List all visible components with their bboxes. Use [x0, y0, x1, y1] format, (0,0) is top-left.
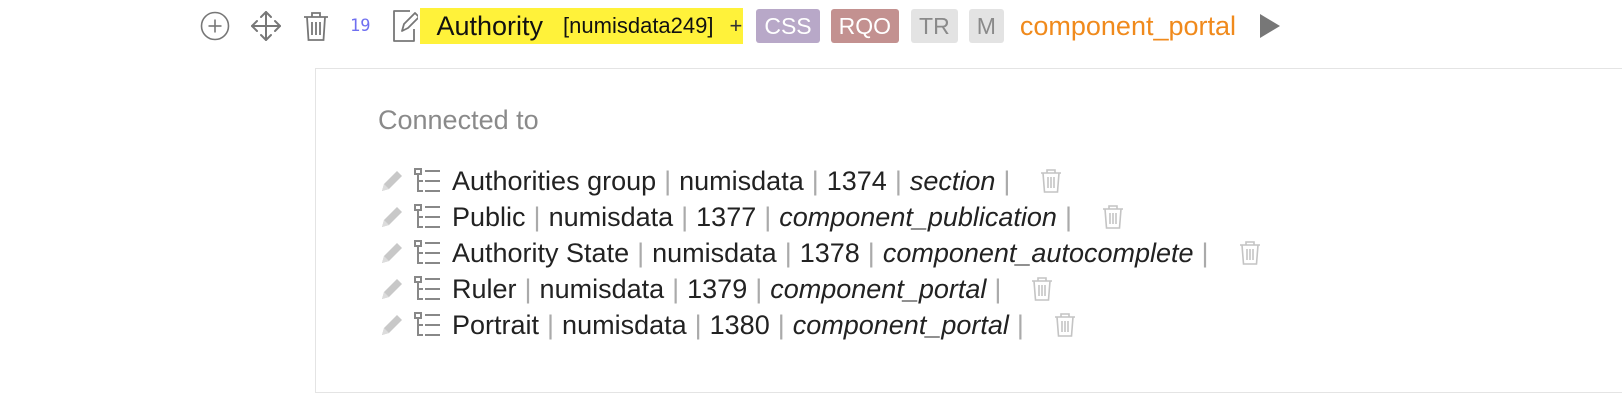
separator: | [755, 273, 763, 304]
element-toolbar: 19 Authority [numisdata249] + CSS RQO TR… [200, 6, 1282, 46]
move-arrows-icon[interactable] [249, 9, 283, 43]
separator: | [764, 201, 772, 232]
row-id: 1377 [696, 201, 757, 232]
delete-icon[interactable] [1102, 204, 1124, 230]
row-name: Ruler [452, 273, 517, 304]
separator: | [694, 309, 702, 340]
add-child-button[interactable]: + [727, 8, 744, 44]
delete-icon[interactable] [1031, 276, 1053, 302]
connected-row: Portrait | numisdata | 1380 | component_portal… [378, 307, 1261, 343]
row-model: component_portal [792, 309, 1009, 340]
separator: | [1201, 237, 1209, 268]
separator: | [524, 273, 532, 304]
tree-icon[interactable] [412, 274, 452, 304]
panel-label: Connected to [378, 105, 539, 135]
separator: | [1064, 201, 1072, 232]
delete-icon[interactable] [1239, 240, 1261, 266]
element-tipo: [numisdata249] [559, 8, 728, 44]
row-id: 1374 [826, 165, 887, 196]
connected-row: Authorities group | numisdata | 1374 | section… [378, 163, 1261, 199]
element-title-text: Authority [436, 10, 544, 41]
separator: | [637, 237, 645, 268]
tree-icon[interactable] [412, 202, 452, 232]
separator: | [894, 165, 902, 196]
separator: | [547, 309, 555, 340]
pencil-icon[interactable] [378, 275, 412, 303]
add-circle-icon[interactable] [200, 11, 230, 41]
separator: | [1016, 309, 1024, 340]
m-button[interactable]: M [968, 9, 1004, 43]
separator: | [533, 201, 541, 232]
pencil-icon[interactable] [378, 239, 412, 267]
row-model: component_publication [779, 201, 1057, 232]
row-tld: numisdata [539, 273, 665, 304]
element-model: component_portal [1019, 10, 1237, 41]
separator: | [867, 237, 875, 268]
tree-icon[interactable] [412, 310, 452, 340]
connected-row: Authority State | numisdata | 1378 | component… [378, 235, 1261, 271]
pencil-icon[interactable] [378, 167, 412, 195]
row-name: Portrait [452, 309, 540, 340]
row-id: 1380 [709, 309, 770, 340]
pencil-icon[interactable] [378, 203, 412, 231]
connected-list: Authorities group | numisdata | 1374 | section… [378, 163, 1261, 343]
row-model: component_portal [770, 273, 987, 304]
separator: | [681, 201, 689, 232]
separator: | [664, 165, 672, 196]
rqo-button[interactable]: RQO [830, 9, 900, 43]
separator: | [672, 273, 680, 304]
row-tld: numisdata [652, 237, 777, 268]
separator: | [777, 309, 785, 340]
play-icon[interactable] [1258, 12, 1282, 40]
connected-row: Public | numisdata | 1377 | component_publicat… [378, 199, 1261, 235]
row-name: Authorities group [452, 165, 657, 196]
element-count: 19 [350, 16, 371, 36]
row-tld: numisdata [548, 201, 674, 232]
element-title[interactable]: Authority [420, 8, 560, 44]
row-name: Public [452, 201, 526, 232]
connected-row: Ruler | numisdata | 1379 | component_portal | [378, 271, 1261, 307]
connected-panel: Connected to Authorities group | numisdata… [315, 68, 1622, 393]
separator: | [784, 237, 792, 268]
row-model: component_autocomplete [882, 237, 1194, 268]
row-name: Authority State [452, 237, 630, 268]
delete-icon[interactable] [1040, 168, 1062, 194]
row-id: 1378 [799, 237, 860, 268]
tree-icon[interactable] [412, 238, 452, 268]
trash-icon[interactable] [302, 10, 330, 42]
edit-document-icon[interactable] [390, 9, 419, 43]
separator: | [1003, 165, 1011, 196]
tr-button[interactable]: TR [911, 9, 958, 43]
separator: | [811, 165, 819, 196]
row-tld: numisdata [679, 165, 804, 196]
separator: | [994, 273, 1002, 304]
row-model: section [909, 165, 996, 196]
tree-icon[interactable] [412, 166, 452, 196]
row-tld: numisdata [562, 309, 687, 340]
css-button[interactable]: CSS [756, 9, 820, 43]
delete-icon[interactable] [1054, 312, 1076, 338]
pencil-icon[interactable] [378, 311, 412, 339]
row-id: 1379 [687, 273, 748, 304]
